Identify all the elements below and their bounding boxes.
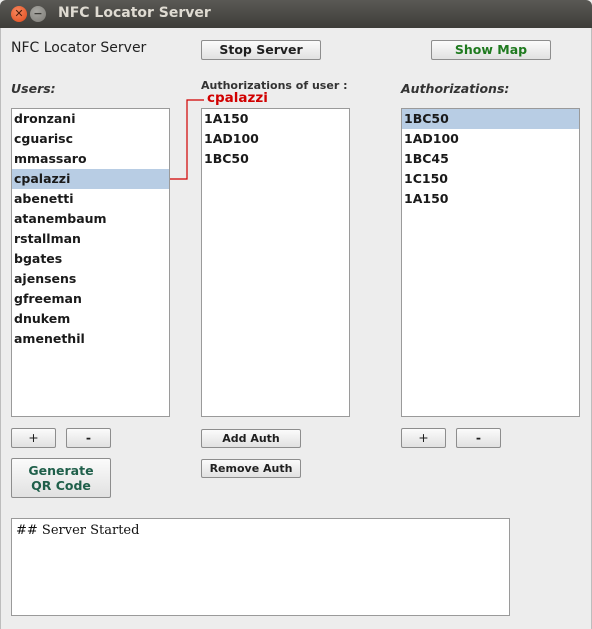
users-list[interactable]: dronzani cguarisc mmassaro cpalazzi abenetti… [11, 108, 170, 417]
user-list-item[interactable]: ajensens [12, 269, 169, 289]
stop-server-button[interactable]: Stop Server [201, 40, 321, 60]
title-bar: ✕ − NFC Locator Server [0, 0, 592, 28]
remove-auth-button[interactable]: Remove Auth [201, 459, 301, 478]
user-list-item[interactable]: bgates [12, 249, 169, 269]
add-user-button[interactable]: + [11, 428, 56, 448]
remove-user-button[interactable]: - [66, 428, 111, 448]
user-list-item[interactable]: abenetti [12, 189, 169, 209]
app-label: NFC Locator Server [11, 40, 147, 56]
window-title: NFC Locator Server [58, 5, 211, 21]
user-list-item[interactable]: atanembaum [12, 209, 169, 229]
user-auths-list[interactable]: 1A150 1AD100 1BC50 [201, 108, 350, 417]
show-map-button[interactable]: Show Map [431, 40, 551, 60]
generate-qr-button[interactable]: Generate QR Code [11, 458, 111, 498]
authorization-list-item[interactable]: 1C150 [402, 169, 579, 189]
authorization-list-item[interactable]: 1A150 [402, 189, 579, 209]
user-auth-list-item[interactable]: 1A150 [202, 109, 349, 129]
minimize-icon[interactable]: − [30, 6, 46, 22]
add-authorization-button[interactable]: + [401, 428, 446, 448]
user-list-item[interactable]: gfreeman [12, 289, 169, 309]
users-heading: Users: [11, 81, 56, 96]
user-tag: cpalazzi [207, 90, 268, 106]
qr-line2: QR Code [31, 478, 91, 493]
user-list-item[interactable]: mmassaro [12, 149, 169, 169]
remove-authorization-button[interactable]: - [456, 428, 501, 448]
user-list-item[interactable]: dnukem [12, 309, 169, 329]
user-list-item[interactable]: amenethil [12, 329, 169, 349]
authorization-list-item[interactable]: 1AD100 [402, 129, 579, 149]
user-list-item[interactable]: cpalazzi [12, 169, 169, 189]
user-list-item[interactable]: rstallman [12, 229, 169, 249]
log-text: ## Server Started [16, 523, 140, 538]
user-auth-list-item[interactable]: 1AD100 [202, 129, 349, 149]
qr-line1: Generate [28, 463, 94, 478]
authorizations-heading: Authorizations: [401, 81, 510, 96]
user-list-item[interactable]: dronzani [12, 109, 169, 129]
log-area[interactable]: ## Server Started [11, 518, 510, 616]
add-auth-button[interactable]: Add Auth [201, 429, 301, 448]
user-list-item[interactable]: cguarisc [12, 129, 169, 149]
authorization-list-item[interactable]: 1BC45 [402, 149, 579, 169]
close-icon[interactable]: ✕ [11, 6, 27, 22]
authorizations-list[interactable]: 1BC50 1AD100 1BC45 1C150 1A150 [401, 108, 580, 417]
user-auth-list-item[interactable]: 1BC50 [202, 149, 349, 169]
authorization-list-item[interactable]: 1BC50 [402, 109, 579, 129]
